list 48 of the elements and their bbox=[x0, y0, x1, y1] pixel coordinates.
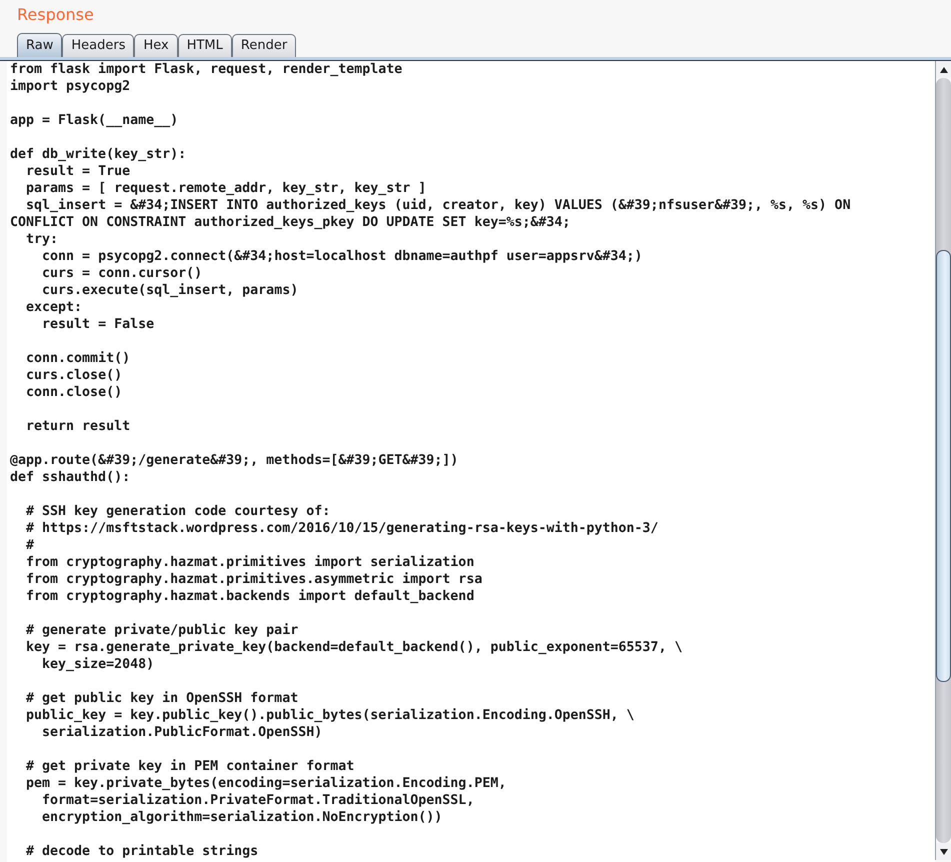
code-line: pem = key.private_bytes(encoding=serialization.Encoding.PEM, bbox=[26, 776, 506, 791]
code-line: from cryptography.hazmat.primitives import serialization bbox=[26, 555, 474, 570]
code-line: encryption_algorithm=serialization.NoEncryption()) bbox=[42, 810, 442, 825]
scrollbar-thumb[interactable] bbox=[936, 250, 951, 682]
tab[interactable]: Headers bbox=[62, 34, 134, 57]
code-line: key = rsa.generate_private_key(backend=default_backend(), public_exponent=65537, \ bbox=[26, 640, 682, 655]
code-line: # https://msftstack.wordpress.com/2016/10/15/generating-rsa-keys-with-python-3/ bbox=[26, 521, 658, 536]
tab[interactable]: Hex bbox=[134, 34, 178, 57]
code-line: try: bbox=[26, 232, 58, 247]
code-line: conn.commit() bbox=[26, 351, 130, 366]
code-line: result = True bbox=[26, 164, 130, 179]
code-line: # get private key in PEM container format bbox=[26, 759, 354, 774]
code-line: return result bbox=[26, 419, 130, 434]
tab[interactable]: Render bbox=[232, 34, 296, 57]
code-line: serialization.PublicFormat.OpenSSH) bbox=[42, 725, 322, 740]
tab[interactable]: Raw bbox=[17, 33, 62, 57]
scroll-up-button[interactable] bbox=[936, 61, 951, 78]
scroll-down-button[interactable] bbox=[936, 843, 951, 860]
code-line: # bbox=[26, 538, 34, 553]
panel-title: Response bbox=[17, 5, 94, 24]
code-line: def db_write(key_str): bbox=[10, 147, 186, 162]
code-line: # get public key in OpenSSH format bbox=[26, 691, 298, 706]
code-line: from cryptography.hazmat.primitives.asymmetric import rsa bbox=[26, 572, 482, 587]
code-line: # decode to printable strings bbox=[26, 844, 258, 859]
code-line: from cryptography.hazmat.backends import default_backend bbox=[26, 589, 474, 604]
code-line: format=serialization.PrivateFormat.TraditionalOpenSSL, bbox=[42, 793, 474, 808]
code-line: except: bbox=[26, 300, 82, 315]
code-line: curs.execute(sql_insert, params) bbox=[42, 283, 298, 298]
code-line: import psycopg2 bbox=[10, 79, 130, 94]
code-line: # generate private/public key pair bbox=[26, 623, 298, 638]
code-line: from flask import Flask, request, render_template bbox=[10, 62, 402, 77]
code-line: # SSH key generation code courtesy of: bbox=[26, 504, 330, 519]
code-line: key_size=2048) bbox=[42, 657, 154, 672]
code-line: sql_insert = &#34;INSERT INTO authorized_keys (uid, creator, key) VALUES (&#39;nfsuser&#39;, %s, %s) ON bbox=[26, 198, 851, 213]
code-line: result = False bbox=[42, 317, 154, 332]
code-line: public_key = key.public_key().public_bytes(serialization.Encoding.OpenSSH, \ bbox=[26, 708, 634, 723]
code-line: params = [ request.remote_addr, key_str, key_str ] bbox=[26, 181, 426, 196]
code-line: curs.close() bbox=[26, 368, 122, 383]
code-line: @app.route(&#39;/generate&#39;, methods=[&#39;GET&#39;]) bbox=[10, 453, 458, 468]
code-line: CONFLICT ON CONSTRAINT authorized_keys_pkey DO UPDATE SET key=%s;&#34; bbox=[10, 215, 570, 230]
code-line: conn = psycopg2.connect(&#34;host=localhost dbname=authpf user=appsrv&#34;) bbox=[42, 249, 642, 264]
code-line: def sshauthd(): bbox=[10, 470, 130, 485]
code-line: app = Flask(__name__) bbox=[10, 113, 178, 128]
code-line: conn.close() bbox=[26, 385, 122, 400]
down-arrow-icon bbox=[940, 848, 948, 854]
up-arrow-icon bbox=[940, 66, 948, 72]
code-line: curs = conn.cursor() bbox=[42, 266, 202, 281]
tab[interactable]: HTML bbox=[178, 34, 232, 57]
